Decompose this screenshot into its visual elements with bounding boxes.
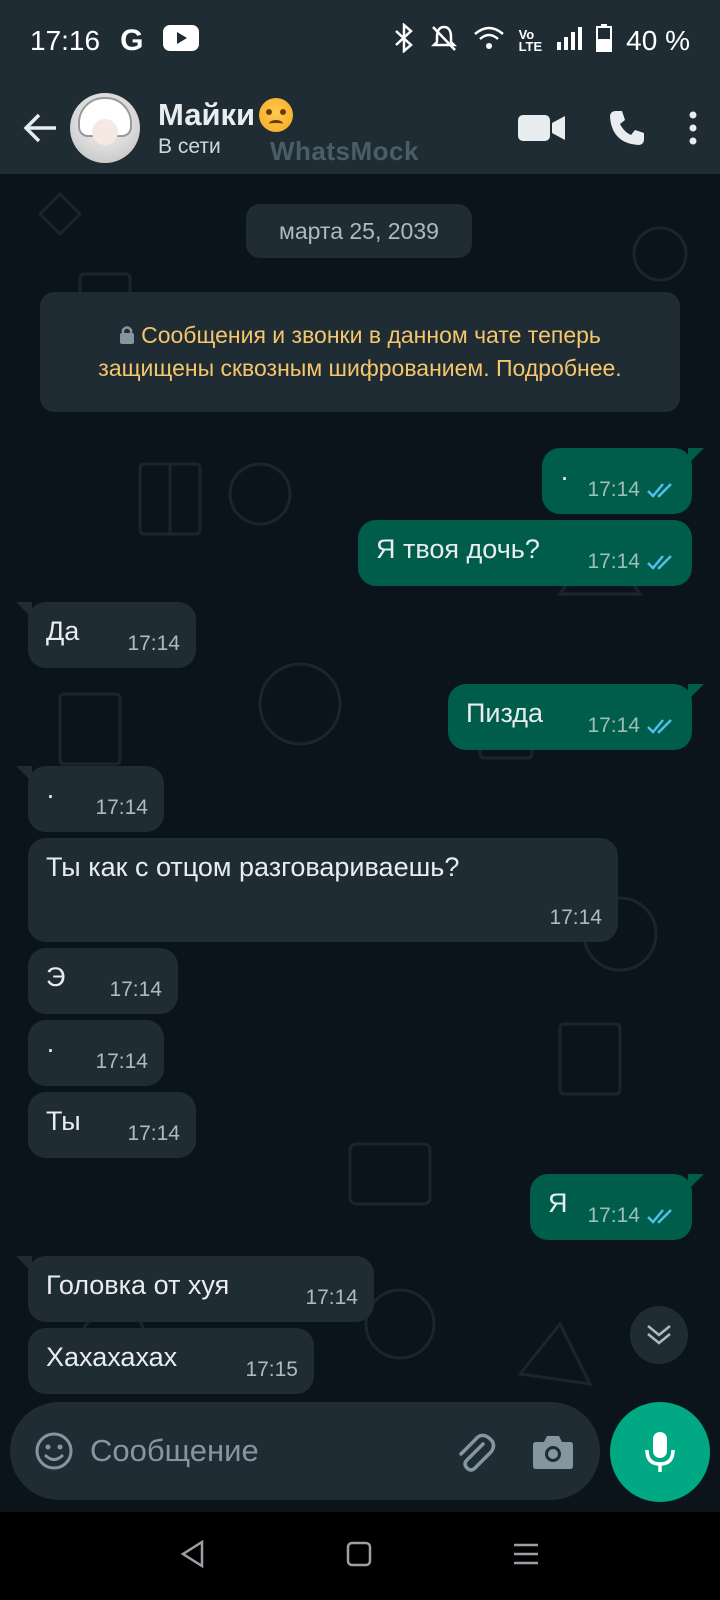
nav-back-icon bbox=[180, 1539, 204, 1568]
bluetooth-icon bbox=[393, 21, 415, 60]
emoji-button[interactable] bbox=[32, 1429, 76, 1473]
volte-icon: Vo LTE bbox=[518, 27, 543, 54]
google-icon: G bbox=[120, 24, 144, 57]
message-time: 17:14 bbox=[95, 1050, 148, 1073]
system-nav-bar bbox=[0, 1512, 720, 1600]
encryption-notice[interactable]: Сообщения и звонки в данном чате теперь … bbox=[40, 292, 680, 412]
status-bar: 17:16 G Vo LTE 40 % bbox=[0, 0, 720, 82]
scroll-to-bottom-button[interactable] bbox=[630, 1306, 688, 1364]
message-text: Да bbox=[46, 616, 80, 646]
message-time: 17:14 bbox=[587, 478, 640, 501]
mute-bell-icon bbox=[429, 23, 459, 60]
wifi-icon bbox=[473, 25, 505, 58]
lock-icon bbox=[120, 326, 135, 344]
message-time: 17:14 bbox=[587, 550, 640, 573]
message-time: 17:14 bbox=[127, 632, 180, 655]
message-time: 17:14 bbox=[127, 1122, 180, 1145]
youtube-icon bbox=[163, 24, 200, 58]
message-time: 17:14 bbox=[587, 1204, 640, 1227]
phone-icon bbox=[610, 111, 644, 145]
message-bubble[interactable]: Хахахахах 17:15 bbox=[28, 1328, 314, 1394]
contact-name: Майки bbox=[158, 97, 256, 132]
message-bubble[interactable]: Ты 17:14 bbox=[28, 1092, 196, 1158]
message-text: Хахахахах bbox=[46, 1342, 178, 1372]
video-call-button[interactable] bbox=[518, 113, 566, 143]
chevron-down-icon bbox=[647, 1325, 671, 1345]
signal-icon bbox=[556, 25, 583, 57]
watermark: WhatsMock bbox=[270, 136, 419, 166]
message-text: Ты bbox=[46, 1106, 81, 1136]
status-time: 17:16 bbox=[30, 25, 101, 56]
message-text: Ты как с отцом разговариваешь? bbox=[46, 852, 460, 882]
back-arrow-icon bbox=[23, 113, 56, 143]
angry-face-icon bbox=[259, 98, 294, 132]
message-bubble[interactable]: Я твоя дочь? 17:14 bbox=[358, 520, 692, 586]
message-text: · bbox=[46, 780, 55, 810]
camera-icon bbox=[533, 1436, 573, 1469]
message-bubble[interactable]: Я 17:14 bbox=[530, 1174, 704, 1240]
back-button[interactable] bbox=[12, 100, 68, 156]
message-bubble[interactable]: Пизда 17:14 bbox=[448, 684, 704, 750]
avatar[interactable] bbox=[70, 93, 140, 163]
message-text: Я bbox=[548, 1188, 568, 1218]
message-bubble[interactable]: · 17:14 bbox=[28, 1020, 164, 1086]
date-separator: марта 25, 2039 bbox=[246, 204, 472, 258]
message-composer: Сообщение bbox=[10, 1402, 600, 1500]
message-bubble[interactable]: · 17:14 bbox=[542, 448, 704, 514]
double-check-icon bbox=[647, 555, 672, 570]
message-input[interactable]: Сообщение bbox=[90, 1433, 259, 1469]
message-text: Э bbox=[46, 962, 66, 992]
message-bubble[interactable]: Ты как с отцом разговариваешь? 17:14 bbox=[28, 838, 618, 942]
voice-call-button[interactable] bbox=[608, 109, 646, 147]
emoji-icon bbox=[35, 1432, 73, 1470]
message-bubble[interactable]: Головка от хуя 17:14 bbox=[16, 1256, 374, 1322]
double-check-icon bbox=[647, 719, 672, 734]
message-text: Головка от хуя bbox=[46, 1270, 230, 1300]
message-time: 17:14 bbox=[109, 978, 162, 1001]
mic-icon bbox=[645, 1432, 675, 1472]
double-check-icon bbox=[647, 1209, 672, 1224]
video-call-icon bbox=[518, 115, 565, 141]
message-time: 17:14 bbox=[95, 796, 148, 819]
more-options-button[interactable] bbox=[688, 111, 698, 145]
double-check-icon bbox=[647, 483, 672, 498]
attach-button[interactable] bbox=[450, 1427, 500, 1477]
message-time: 17:14 bbox=[549, 906, 602, 929]
more-vert-icon bbox=[689, 111, 697, 145]
message-bubble[interactable]: Э 17:14 bbox=[28, 948, 178, 1014]
battery-icon bbox=[596, 23, 613, 59]
message-bubble[interactable]: Да 17:14 bbox=[16, 602, 196, 668]
contact-name-row: Майки bbox=[158, 97, 294, 133]
camera-button[interactable] bbox=[528, 1427, 578, 1477]
nav-home-icon bbox=[346, 1541, 372, 1566]
message-text: Я твоя дочь? bbox=[376, 534, 540, 564]
voice-record-button[interactable] bbox=[610, 1402, 710, 1502]
message-time: 17:14 bbox=[305, 1286, 358, 1309]
nav-recents-button[interactable] bbox=[512, 1542, 540, 1571]
battery-percent: 40 % bbox=[626, 25, 690, 56]
chat-area[interactable]: марта 25, 2039 Сообщения и звонки в данн… bbox=[0, 174, 720, 1510]
message-bubble[interactable]: · 17:14 bbox=[16, 766, 164, 832]
nav-back-button[interactable] bbox=[180, 1539, 206, 1573]
message-text: · bbox=[46, 1034, 55, 1064]
nav-recents-icon bbox=[514, 1543, 538, 1564]
encryption-notice-text: Сообщения и звонки в данном чате теперь … bbox=[98, 322, 622, 381]
nav-home-button[interactable] bbox=[346, 1541, 372, 1572]
message-text: Пизда bbox=[466, 698, 544, 728]
message-time: 17:15 bbox=[245, 1358, 298, 1381]
message-time: 17:14 bbox=[587, 714, 640, 737]
message-text: · bbox=[560, 462, 569, 492]
attach-icon bbox=[459, 1433, 496, 1472]
